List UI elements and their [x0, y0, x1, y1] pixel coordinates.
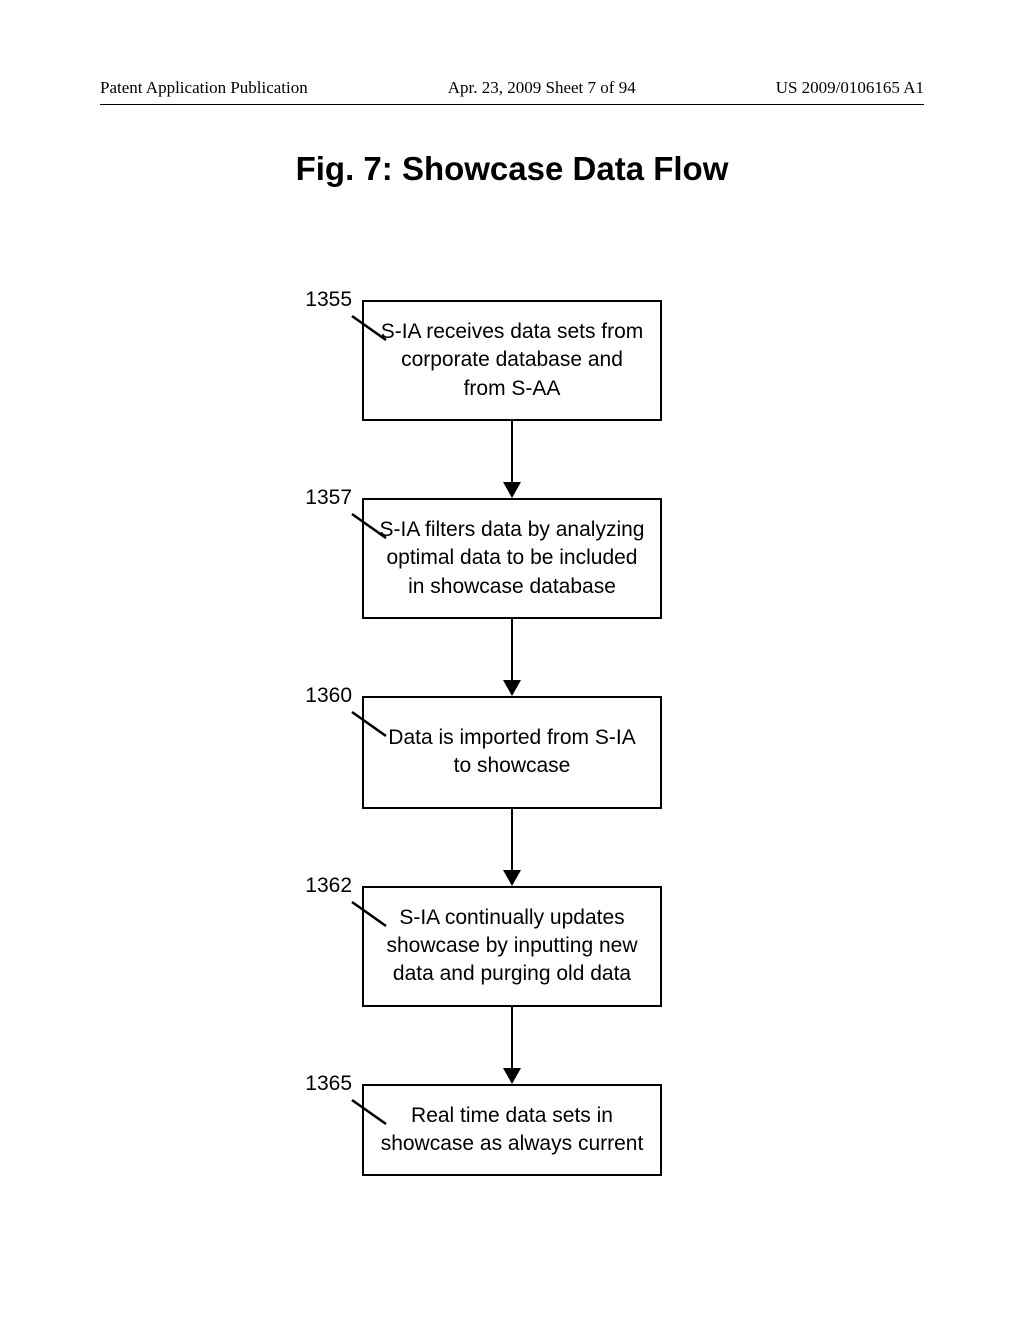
ref-label: 1360 — [272, 684, 352, 708]
header-right: US 2009/0106165 A1 — [776, 78, 924, 98]
flow-box: Real time data sets in showcase as alway… — [362, 1084, 662, 1177]
leader-line-icon — [348, 708, 390, 740]
page-header: Patent Application Publication Apr. 23, … — [100, 78, 924, 98]
flow-box: S-IA continually updates showcase by inp… — [362, 886, 662, 1007]
ref-label: 1357 — [272, 486, 352, 510]
ref-label: 1365 — [272, 1072, 352, 1096]
step-1355: 1355 S-IA receives data sets from corpor… — [362, 300, 662, 421]
step-1360: 1360 Data is imported from S-IA to showc… — [362, 696, 662, 809]
arrow-down-icon — [503, 421, 521, 498]
arrow-down-icon — [503, 809, 521, 886]
ref-label: 1355 — [272, 288, 352, 312]
header-left: Patent Application Publication — [100, 78, 308, 98]
flowchart: 1355 S-IA receives data sets from corpor… — [362, 300, 662, 1176]
arrow-down-icon — [503, 1007, 521, 1084]
header-rule — [100, 104, 924, 105]
step-1365: 1365 Real time data sets in showcase as … — [362, 1084, 662, 1177]
figure-title: Fig. 7: Showcase Data Flow — [0, 150, 1024, 188]
flow-box: S-IA filters data by analyzing optimal d… — [362, 498, 662, 619]
leader-line-icon — [348, 1096, 390, 1128]
arrow-down-icon — [503, 619, 521, 696]
step-1362: 1362 S-IA continually updates showcase b… — [362, 886, 662, 1007]
leader-line-icon — [348, 510, 390, 542]
flow-box: S-IA receives data sets from corporate d… — [362, 300, 662, 421]
header-center: Apr. 23, 2009 Sheet 7 of 94 — [448, 78, 636, 98]
leader-line-icon — [348, 312, 390, 344]
flow-box: Data is imported from S-IA to showcase — [362, 696, 662, 809]
leader-line-icon — [348, 898, 390, 930]
ref-label: 1362 — [272, 874, 352, 898]
step-1357: 1357 S-IA filters data by analyzing opti… — [362, 498, 662, 619]
